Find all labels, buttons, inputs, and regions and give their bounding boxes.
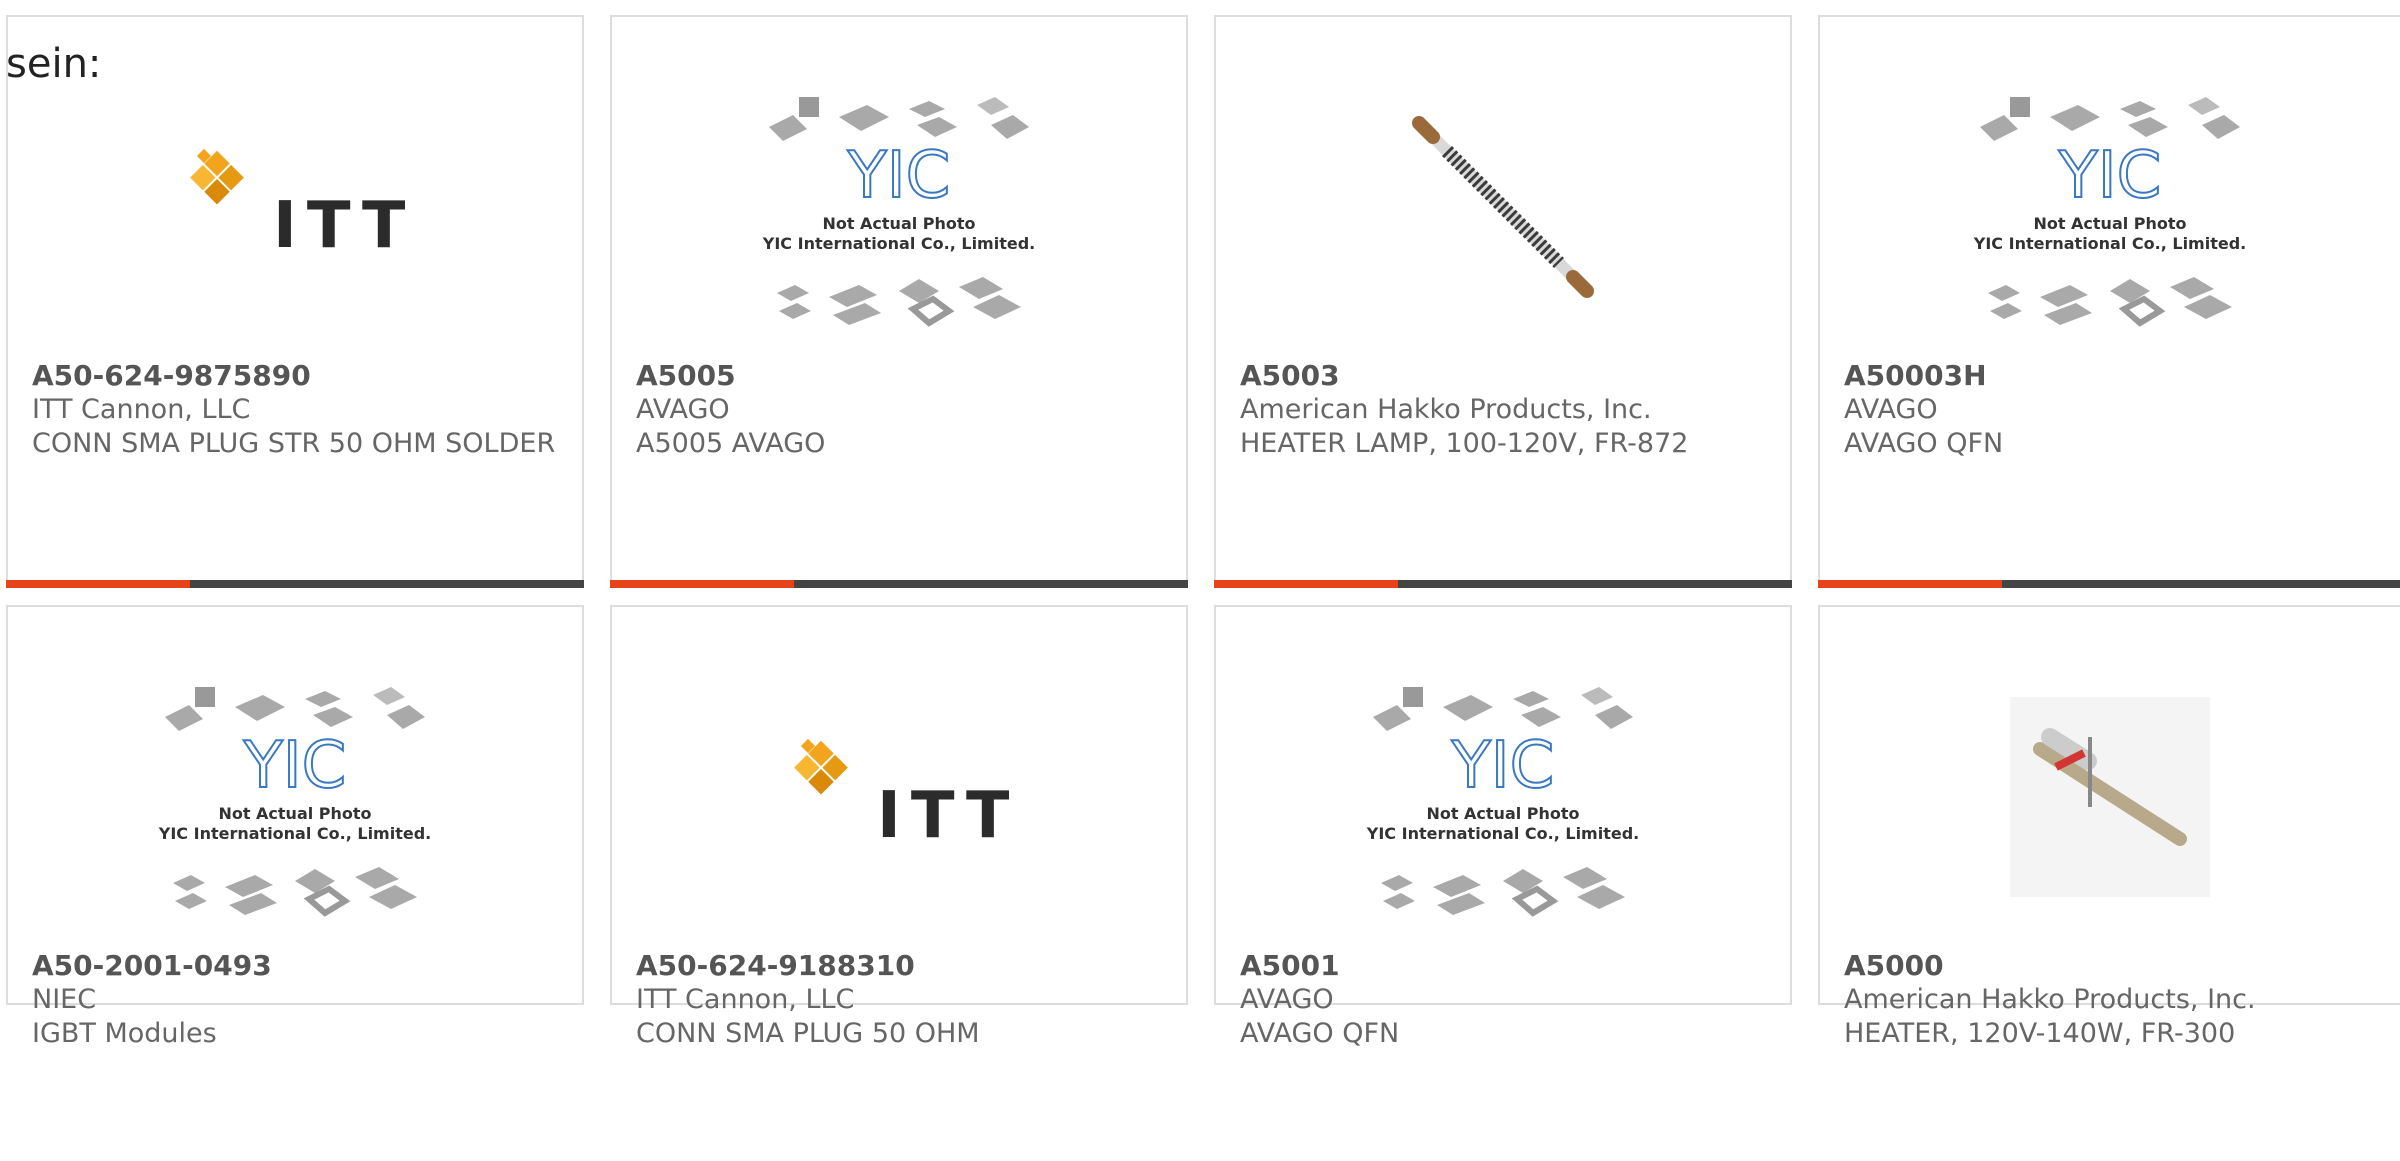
product-card[interactable]: YIC Not Actual Photo YIC International C… — [1214, 605, 1792, 1049]
card-bar — [1214, 580, 1792, 588]
svg-text:Not Actual Photo: Not Actual Photo — [218, 804, 371, 823]
product-card[interactable]: YIC Not Actual Photo YIC International C… — [1818, 15, 2400, 588]
product-card[interactable]: YIC Not Actual Photo YIC International C… — [610, 15, 1188, 588]
svg-text:YIC: YIC — [1451, 729, 1555, 803]
manufacturer: AVAGO — [1240, 984, 1334, 1015]
description: AVAGO QFN — [1844, 428, 2004, 459]
part-number: A5000 — [1844, 949, 1944, 982]
svg-text:Not Actual Photo: Not Actual Photo — [2033, 214, 2186, 233]
svg-text:Not Actual Photo: Not Actual Photo — [822, 214, 975, 233]
product-card[interactable]: A5000 American Hakko Products, Inc. HEAT… — [1818, 605, 2400, 1049]
part-number: A50-624-9188310 — [636, 949, 915, 982]
yic-placeholder-icon: YIC Not Actual Photo YIC International C… — [158, 687, 431, 917]
part-number: A5005 — [636, 359, 736, 392]
svg-text:YIC: YIC — [847, 139, 951, 213]
svg-text:YIC International Co., Limited: YIC International Co., Limited. — [1973, 234, 2246, 253]
card-bar — [6, 580, 584, 588]
description: AVAGO QFN — [1240, 1018, 1400, 1049]
heater-lamp-icon — [1412, 116, 1594, 298]
manufacturer: American Hakko Products, Inc. — [1240, 394, 1652, 425]
svg-text:ITT: ITT — [877, 779, 1009, 853]
product-image: YIC Not Actual Photo YIC International C… — [8, 667, 582, 927]
svg-text:YIC: YIC — [2058, 139, 2162, 213]
svg-text:YIC International Co., Limited: YIC International Co., Limited. — [1366, 824, 1639, 843]
product-image — [1820, 667, 2400, 927]
description: HEATER, 120V-140W, FR-300 — [1844, 1018, 2236, 1049]
description: HEATER LAMP, 100-120V, FR-872 — [1240, 428, 1689, 459]
part-number: A50-624-9875890 — [32, 359, 311, 392]
part-number: A50-2001-0493 — [32, 949, 272, 982]
svg-text:YIC International Co., Limited: YIC International Co., Limited. — [762, 234, 1035, 253]
description: A5005 AVAGO — [636, 428, 826, 459]
manufacturer: AVAGO — [1844, 394, 1938, 425]
svg-text:Not Actual Photo: Not Actual Photo — [1426, 804, 1579, 823]
intro-text: sein: — [6, 41, 102, 87]
yic-placeholder-icon: YIC Not Actual Photo YIC International C… — [1973, 97, 2246, 327]
card-bar — [610, 580, 1188, 588]
yic-placeholder-icon: YIC Not Actual Photo YIC International C… — [1366, 687, 1639, 917]
description: CONN SMA PLUG 50 OHM — [636, 1018, 980, 1049]
product-image: YIC Not Actual Photo YIC International C… — [1216, 667, 1790, 927]
manufacturer: American Hakko Products, Inc. — [1844, 984, 2256, 1015]
manufacturer: NIEC — [32, 984, 97, 1015]
svg-text:ITT: ITT — [273, 189, 405, 263]
product-card[interactable]: ITT A50-624-9188310 ITT Cannon, LLC CONN… — [610, 605, 1188, 1049]
part-number: A50003H — [1844, 359, 1987, 392]
product-card[interactable]: YIC Not Actual Photo YIC International C… — [6, 605, 584, 1049]
product-card[interactable]: A5003 American Hakko Products, Inc. HEAT… — [1214, 15, 1792, 588]
itt-logo-icon: ITT — [190, 148, 405, 263]
card-bar — [1818, 580, 2400, 588]
manufacturer: AVAGO — [636, 394, 730, 425]
svg-text:YIC International Co., Limited: YIC International Co., Limited. — [158, 824, 431, 843]
product-image: ITT — [8, 77, 582, 337]
description: CONN SMA PLUG STR 50 OHM SOLDER — [32, 428, 556, 459]
heater-element-icon — [2010, 697, 2210, 897]
product-image — [1216, 77, 1790, 337]
itt-logo-icon: ITT — [794, 738, 1009, 853]
product-image: YIC Not Actual Photo YIC International C… — [612, 77, 1186, 337]
product-image: YIC Not Actual Photo YIC International C… — [1820, 77, 2400, 337]
manufacturer: ITT Cannon, LLC — [32, 394, 251, 425]
product-card[interactable]: ITT A50-624-9875890 ITT Cannon, LLC CONN… — [6, 15, 584, 588]
description: IGBT Modules — [32, 1018, 217, 1049]
part-number: A5003 — [1240, 359, 1340, 392]
yic-placeholder-icon: YIC Not Actual Photo YIC International C… — [762, 97, 1035, 327]
part-number: A5001 — [1240, 949, 1340, 982]
product-image: ITT — [612, 667, 1186, 927]
manufacturer: ITT Cannon, LLC — [636, 984, 855, 1015]
svg-text:YIC: YIC — [243, 729, 347, 803]
